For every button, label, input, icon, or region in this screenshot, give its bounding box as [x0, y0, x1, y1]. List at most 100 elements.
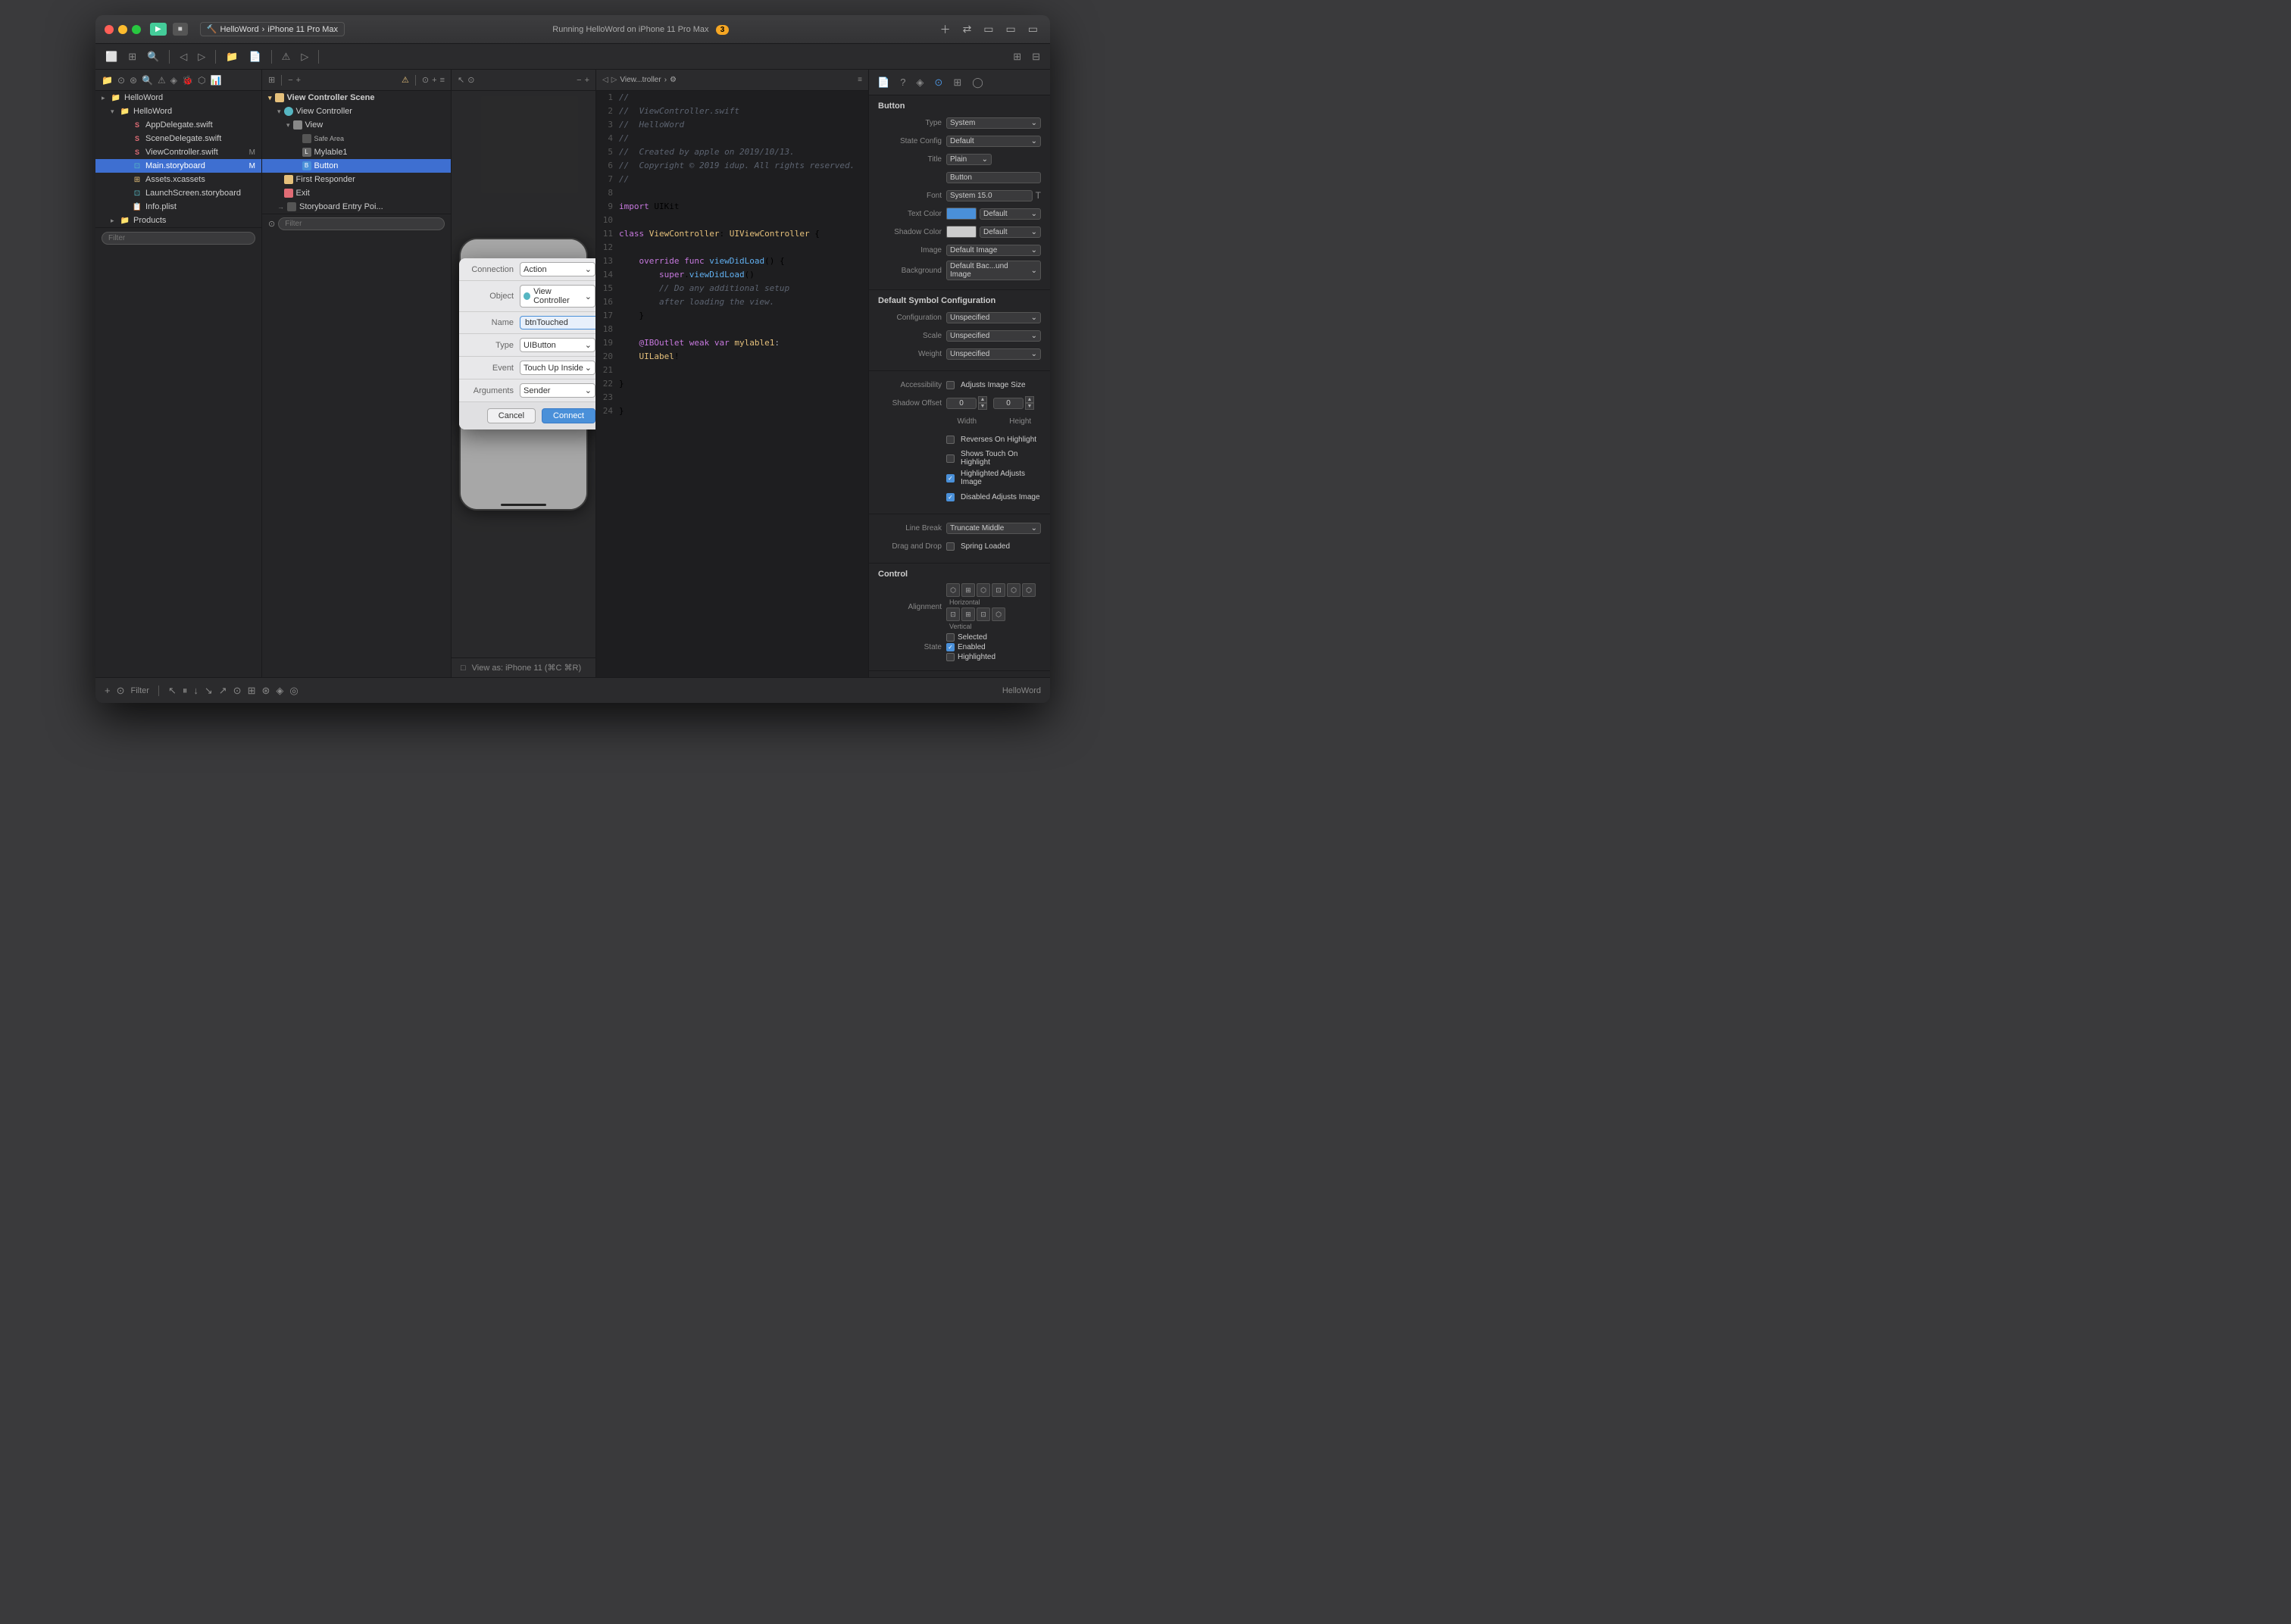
- forward-icon[interactable]: ▷: [194, 48, 209, 65]
- debug-icon[interactable]: ⊙: [233, 685, 242, 697]
- navigator-icon[interactable]: ⬜: [102, 48, 121, 65]
- scene-filter-icon[interactable]: ⊙: [422, 75, 429, 85]
- scheme-selector[interactable]: 🔨 HelloWord › iPhone 11 Pro Max: [200, 22, 345, 36]
- file-filter-input[interactable]: [102, 232, 255, 245]
- device-preview-icon[interactable]: □: [461, 664, 466, 673]
- title-select[interactable]: Plain ⌄: [946, 154, 992, 165]
- pause-icon[interactable]: ⏸: [183, 685, 188, 697]
- scene-vc-scene[interactable]: ▾ View Controller Scene: [262, 91, 451, 105]
- shadow-color-select[interactable]: Default ⌄: [980, 226, 1041, 238]
- scene-button[interactable]: ▸ B Button: [262, 159, 451, 173]
- breadcrumb-symbol[interactable]: ⚙: [670, 76, 677, 84]
- nav-products[interactable]: ▸ 📁 Products: [95, 214, 261, 227]
- help-inspector-icon[interactable]: ?: [898, 74, 908, 90]
- breakpoint-nav-icon[interactable]: ⬡: [198, 75, 205, 86]
- disabled-adjusts-checkbox[interactable]: [946, 493, 955, 501]
- inspector-toggle[interactable]: ▭: [1025, 21, 1041, 37]
- canvas-zoom-in[interactable]: +: [585, 76, 589, 85]
- layout-button[interactable]: ⇄: [960, 21, 975, 37]
- shadow-color-swatch[interactable]: [946, 226, 977, 238]
- run-button[interactable]: ▶: [150, 23, 167, 36]
- editor-options-icon[interactable]: ≡: [858, 76, 862, 84]
- state-config-select[interactable]: Default ⌄: [946, 136, 1041, 147]
- folder-nav-icon[interactable]: 📁: [102, 75, 113, 86]
- back-icon[interactable]: ◁: [176, 48, 191, 65]
- align-trailing[interactable]: ⬡: [1022, 583, 1036, 597]
- nav-assets[interactable]: ▸ ⊞ Assets.xcassets: [95, 173, 261, 186]
- configuration-select[interactable]: Unspecified ⌄: [946, 312, 1041, 323]
- debug-nav-icon[interactable]: 🐞: [182, 75, 193, 86]
- stop-button[interactable]: ■: [173, 23, 188, 36]
- scene-view-controller[interactable]: ▾ View Controller: [262, 105, 451, 118]
- connect-button[interactable]: Connect: [542, 408, 595, 423]
- enabled-checkbox[interactable]: [946, 643, 955, 651]
- minimize-button[interactable]: [118, 25, 127, 34]
- file-group-icon[interactable]: 📁: [222, 48, 242, 65]
- scale-select[interactable]: Unspecified ⌄: [946, 330, 1041, 342]
- environment-icon[interactable]: ⊛: [261, 685, 270, 697]
- align-leading[interactable]: ⬡: [1007, 583, 1020, 597]
- location-icon[interactable]: ◎: [289, 685, 298, 697]
- editor-toggle[interactable]: ▭: [1003, 21, 1019, 37]
- navigator-toggle[interactable]: ▭: [980, 21, 996, 37]
- type-select[interactable]: System ⌄: [946, 117, 1041, 129]
- breadcrumb-forward[interactable]: ▷: [611, 76, 617, 84]
- height-up[interactable]: ▲: [1025, 396, 1034, 403]
- text-color-swatch[interactable]: [946, 208, 977, 220]
- nav-launchscreen[interactable]: ▸ ⊡ LaunchScreen.storyboard: [95, 186, 261, 200]
- step-out-icon[interactable]: ↗: [219, 685, 227, 697]
- connections-inspector-icon[interactable]: ◯: [970, 74, 986, 91]
- editor-split-icon[interactable]: ⊞: [1009, 48, 1025, 65]
- breakpoint-icon[interactable]: ▷: [297, 48, 312, 65]
- editor-content[interactable]: 1 // 2 // ViewController.swift 3 // Hell…: [596, 91, 868, 677]
- name-input[interactable]: [520, 316, 595, 329]
- symbol-nav-icon[interactable]: ⊛: [130, 75, 137, 86]
- scene-add-icon[interactable]: +: [432, 76, 436, 85]
- align-fill[interactable]: ⊡: [992, 583, 1005, 597]
- highlighted-checkbox[interactable]: [946, 653, 955, 661]
- canvas-pointer-icon[interactable]: ↖: [458, 75, 464, 85]
- file-inspector-icon[interactable]: 📄: [875, 74, 892, 91]
- shows-touch-checkbox[interactable]: [946, 454, 955, 463]
- valign-top[interactable]: ⊡: [946, 607, 960, 621]
- highlighted-adjusts-checkbox[interactable]: [946, 474, 955, 483]
- scene-view[interactable]: ▾ View: [262, 118, 451, 132]
- close-button[interactable]: [105, 25, 114, 34]
- breadcrumb-back[interactable]: ◁: [602, 76, 608, 84]
- canvas-zoom-icon[interactable]: ⊙: [467, 75, 474, 85]
- zoom-out-icon[interactable]: −: [288, 76, 292, 85]
- find-nav-icon[interactable]: 🔍: [142, 75, 153, 86]
- spring-loaded-checkbox[interactable]: [946, 542, 955, 551]
- scene-first-responder[interactable]: ▸ First Responder: [262, 173, 451, 186]
- size-inspector-icon[interactable]: ⊞: [951, 74, 964, 91]
- filter-bottom-icon[interactable]: ⊙: [117, 685, 125, 697]
- attributes-inspector-icon[interactable]: ⊙: [932, 74, 945, 91]
- report-nav-icon[interactable]: 📊: [210, 75, 221, 86]
- align-center[interactable]: ⊞: [961, 583, 975, 597]
- issues-nav-icon[interactable]: ⚠: [158, 75, 166, 86]
- memory-icon[interactable]: ⊞: [248, 685, 256, 697]
- maximize-button[interactable]: [132, 25, 141, 34]
- selected-checkbox[interactable]: [946, 633, 955, 642]
- align-right[interactable]: ⬡: [977, 583, 990, 597]
- event-select[interactable]: Touch Up Inside ⌄: [520, 361, 595, 375]
- identity-inspector-icon[interactable]: ◈: [914, 74, 926, 91]
- title-text-input[interactable]: [946, 172, 1041, 183]
- nav-helloword-group[interactable]: ▾ 📁 HelloWord: [95, 105, 261, 118]
- source-nav-icon[interactable]: ⊙: [117, 75, 125, 86]
- adjusts-checkbox[interactable]: [946, 381, 955, 389]
- image-select[interactable]: Default Image ⌄: [946, 245, 1041, 256]
- font-select[interactable]: System 15.0: [946, 190, 1033, 201]
- height-input[interactable]: [993, 398, 1024, 409]
- warning-badge[interactable]: 3: [716, 25, 730, 35]
- step-in-icon[interactable]: ↘: [205, 685, 213, 697]
- nav-root-helloword[interactable]: ▸ 📁 HelloWord: [95, 91, 261, 105]
- add-button[interactable]: ＋: [937, 20, 954, 39]
- scene-toolbar-icon[interactable]: ⊞: [268, 75, 275, 85]
- object-select[interactable]: View Controller ⌄: [520, 285, 595, 308]
- valign-fill[interactable]: ⬡: [992, 607, 1005, 621]
- type-select[interactable]: UIButton ⌄: [520, 338, 595, 352]
- nav-scenedelegate[interactable]: ▸ S SceneDelegate.swift: [95, 132, 261, 145]
- scene-safe-area[interactable]: ▸ Safe Area: [262, 132, 451, 145]
- scene-storyboard-entry[interactable]: → Storyboard Entry Poi...: [262, 200, 451, 214]
